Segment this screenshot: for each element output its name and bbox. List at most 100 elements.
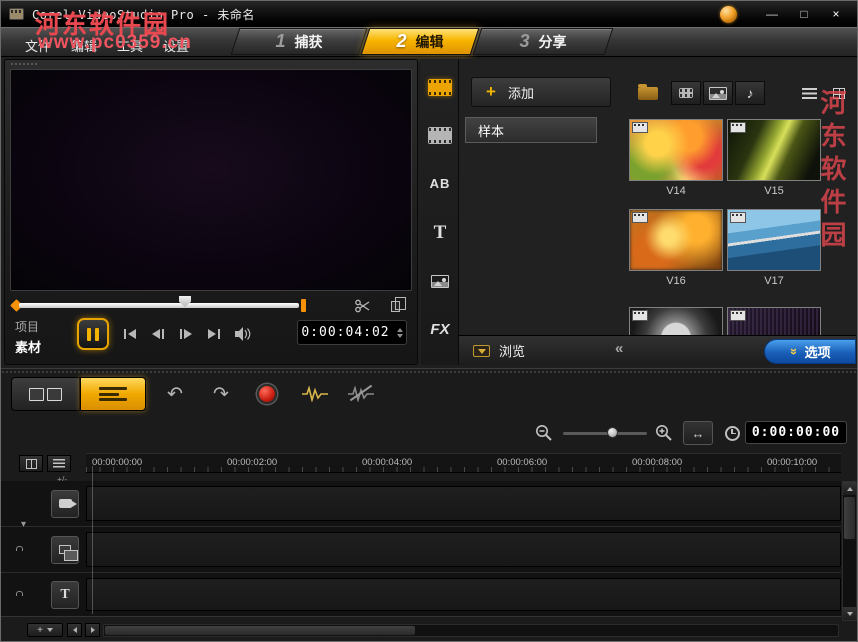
timeline-timecode[interactable]: 0:00:00:00 xyxy=(745,421,847,444)
menu-tools[interactable]: 工具 xyxy=(117,36,143,55)
scrubber-track[interactable] xyxy=(19,296,299,308)
import-media-button[interactable] xyxy=(631,81,665,105)
horizontal-scrollbar[interactable] xyxy=(103,624,839,637)
timeline-ruler[interactable]: 00:00:00:00 00:00:02:00 00:00:04:00 00:0… xyxy=(86,453,841,473)
auto-music-button[interactable] xyxy=(345,379,377,409)
title-track-row: T xyxy=(1,573,841,617)
next-frame-button[interactable] xyxy=(173,324,199,344)
scrubber-playhead[interactable] xyxy=(179,296,191,307)
zoom-out-button[interactable] xyxy=(531,421,557,445)
storyboard-view-button[interactable] xyxy=(11,377,80,411)
go-to-end-button[interactable] xyxy=(201,324,227,344)
scrubber-row xyxy=(10,296,411,316)
track-manager-button[interactable] xyxy=(19,455,43,472)
browse-button[interactable]: 浏览 xyxy=(473,341,525,360)
filter-category-button[interactable]: FX xyxy=(423,309,457,349)
vertical-scrollbar-thumb[interactable] xyxy=(844,497,855,539)
minimize-button[interactable]: — xyxy=(759,5,785,23)
menu-file[interactable]: 文件 xyxy=(25,36,51,55)
list-view-button[interactable] xyxy=(797,83,821,103)
add-track-button[interactable]: + xyxy=(27,623,63,637)
record-capture-button[interactable] xyxy=(251,379,283,409)
track-chevron-icon[interactable]: ▾ xyxy=(21,519,26,530)
split-clip-button[interactable] xyxy=(351,297,375,315)
timecode-spinner[interactable] xyxy=(396,327,403,338)
sound-mixer-button[interactable] xyxy=(299,379,331,409)
title-track-button[interactable]: T xyxy=(51,580,79,609)
scroll-up-button[interactable] xyxy=(843,482,856,495)
title-category-button[interactable]: T xyxy=(423,213,457,253)
add-folder-button[interactable]: + 添加 xyxy=(471,77,611,107)
step-label-share: 分享 xyxy=(538,33,567,50)
video-badge-icon xyxy=(632,212,648,223)
video-track-button[interactable] xyxy=(51,489,79,518)
playhead-line xyxy=(92,466,93,614)
project-mode-label[interactable]: 项目 xyxy=(15,318,41,335)
graphics-icon xyxy=(431,274,449,288)
undo-button[interactable]: ↶ xyxy=(159,379,191,409)
go-to-start-button[interactable] xyxy=(117,324,143,344)
volume-button[interactable] xyxy=(231,324,257,344)
filter-video-button[interactable] xyxy=(671,81,701,105)
filter-audio-button[interactable]: ♪ xyxy=(735,81,765,105)
vertical-scrollbar[interactable] xyxy=(842,481,857,621)
step-number-2: 2 xyxy=(396,31,407,51)
scroll-left-button[interactable] xyxy=(67,623,82,637)
media-thumbnail-v17[interactable] xyxy=(727,209,821,271)
duplicate-window-icon xyxy=(390,296,406,312)
timeline-panel: ↶ ↷ ↔ 0:00:00:00 +/- 00:00:00:00 00:00:0 xyxy=(1,368,857,641)
redo-button[interactable]: ↷ xyxy=(205,379,237,409)
video-filter-icon xyxy=(679,88,693,98)
media-category-button[interactable] xyxy=(423,67,457,107)
panel-grip-handle[interactable] xyxy=(10,62,38,67)
tab-edit-active[interactable]: 2 编辑 xyxy=(360,28,480,55)
overlay-track-lane[interactable] xyxy=(86,532,841,567)
chevron-down-icon xyxy=(46,628,53,632)
video-track-lane[interactable] xyxy=(86,486,841,521)
track-list-button[interactable] xyxy=(47,455,71,472)
maximize-button[interactable]: □ xyxy=(791,5,817,23)
library-folder-sample[interactable]: 样本 xyxy=(465,117,597,143)
collapse-library-button[interactable]: « xyxy=(615,340,623,357)
pause-button[interactable] xyxy=(77,318,109,350)
video-badge-icon xyxy=(632,122,648,133)
chevron-up-icon: « xyxy=(785,347,801,356)
fit-project-button[interactable]: ↔ xyxy=(683,421,713,445)
timeline-view-button[interactable] xyxy=(80,377,146,411)
scroll-down-button[interactable] xyxy=(843,607,856,620)
track-list-icon xyxy=(53,459,65,468)
close-button[interactable]: × xyxy=(823,5,849,23)
clip-mode-label[interactable]: 素材 xyxy=(15,337,41,356)
t-icon: T xyxy=(433,222,447,243)
media-thumbnail-v16[interactable] xyxy=(629,209,723,271)
tab-capture[interactable]: 1 捕获 xyxy=(230,28,368,55)
timeline-zoom-slider[interactable] xyxy=(563,427,647,438)
zoom-in-button[interactable] xyxy=(651,421,677,445)
menu-edit[interactable]: 编辑 xyxy=(71,36,97,55)
preview-timecode-value: 0:00:04:02 xyxy=(301,325,390,340)
video-badge-icon xyxy=(730,310,746,321)
video-badge-icon xyxy=(730,122,746,133)
media-thumbnail-v15[interactable] xyxy=(727,119,821,181)
thumbnail-view-button[interactable] xyxy=(827,83,851,103)
scroll-right-button[interactable] xyxy=(85,623,100,637)
media-thumbnail-v14[interactable] xyxy=(629,119,723,181)
playback-mode-labels: 项目 素材 xyxy=(15,318,41,356)
title-ab-category-button[interactable]: AB xyxy=(423,163,457,203)
transition-category-button[interactable] xyxy=(423,115,457,155)
graphics-category-button[interactable] xyxy=(423,261,457,301)
timeline-grip-handle[interactable] xyxy=(1,370,857,375)
overlay-track-button[interactable] xyxy=(51,535,79,564)
enlarge-preview-button[interactable] xyxy=(383,296,407,315)
options-button[interactable]: « 选项 xyxy=(764,339,856,364)
ripple-clock-button[interactable] xyxy=(719,421,745,445)
trim-end-handle[interactable] xyxy=(301,299,306,312)
preview-timecode[interactable]: 0:00:04:02 xyxy=(297,320,407,345)
filter-photo-button[interactable] xyxy=(703,81,733,105)
horizontal-scrollbar-thumb[interactable] xyxy=(105,626,415,635)
slider-thumb[interactable] xyxy=(607,427,618,438)
tab-share[interactable]: 3 分享 xyxy=(472,28,614,55)
previous-frame-button[interactable] xyxy=(145,324,171,344)
menu-settings[interactable]: 设置 xyxy=(163,36,189,55)
title-track-lane[interactable] xyxy=(86,578,841,611)
